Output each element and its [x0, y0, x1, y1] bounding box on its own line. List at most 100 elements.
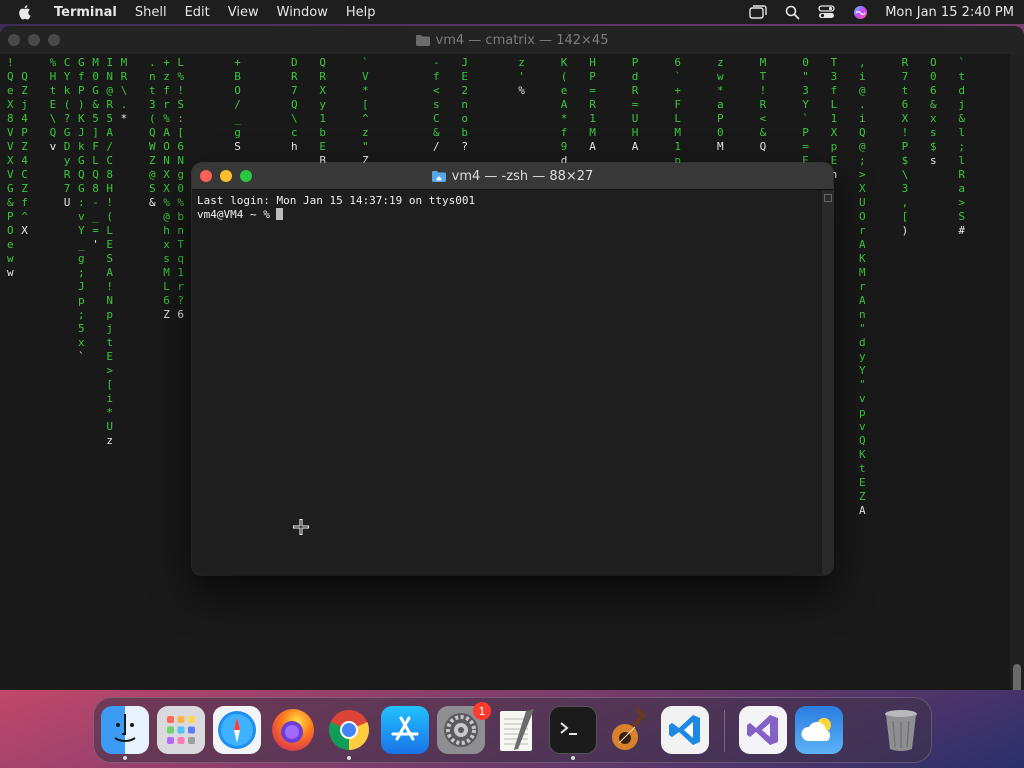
vscode-icon[interactable] [661, 706, 709, 754]
matrix-glyph: A [632, 140, 639, 153]
terminal-icon[interactable] [549, 706, 597, 754]
matrix-glyph: - [92, 196, 99, 209]
matrix-glyph: R [121, 70, 128, 83]
firefox-icon[interactable] [269, 706, 317, 754]
visual-studio-icon[interactable] [739, 706, 787, 754]
terminal-window[interactable]: vm4 — -zsh — 88×27 Last login: Mon Jan 1… [192, 163, 833, 575]
matrix-glyph: ? [461, 140, 468, 153]
matrix-glyph: z [163, 70, 170, 83]
matrix-glyph: f [561, 126, 568, 139]
matrix-glyph: z [106, 434, 113, 447]
matrix-glyph: E [50, 98, 57, 111]
matrix-glyph: E [319, 140, 326, 153]
matrix-glyph: H [106, 182, 113, 195]
matrix-glyph: , [859, 56, 866, 69]
matrix-glyph: v [859, 392, 866, 405]
zoom-button[interactable] [240, 170, 252, 182]
menu-edit[interactable]: Edit [185, 5, 210, 20]
menu-window[interactable]: Window [277, 5, 328, 20]
matrix-glyph: O [7, 224, 14, 237]
matrix-glyph: O [859, 210, 866, 223]
cmatrix-scrollbar[interactable] [1010, 54, 1024, 690]
close-button[interactable] [8, 34, 20, 46]
matrix-glyph: p [831, 140, 838, 153]
matrix-glyph: E [106, 238, 113, 251]
matrix-glyph: \ [121, 84, 128, 97]
matrix-glyph: Q [149, 126, 156, 139]
matrix-glyph: 8 [106, 168, 113, 181]
minimize-button[interactable] [220, 170, 232, 182]
matrix-glyph: [ [362, 98, 369, 111]
matrix-glyph: g [234, 126, 241, 139]
matrix-glyph: S [177, 98, 184, 111]
matrix-glyph: " [859, 378, 866, 391]
zoom-button[interactable] [48, 34, 60, 46]
matrix-glyph: S [106, 252, 113, 265]
matrix-glyph: S [958, 210, 965, 223]
safari-icon[interactable] [213, 706, 261, 754]
menu-shell[interactable]: Shell [135, 5, 167, 20]
apple-menu-icon[interactable] [18, 4, 34, 20]
garageband-icon[interactable] [605, 706, 653, 754]
textedit-icon[interactable] [493, 706, 541, 754]
matrix-glyph: = [92, 224, 99, 237]
launchpad-icon[interactable] [157, 706, 205, 754]
matrix-glyph: z [717, 56, 724, 69]
matrix-glyph: W [149, 140, 156, 153]
matrix-glyph: V [7, 168, 14, 181]
weather-icon[interactable] [795, 706, 843, 754]
terminal-scrollbar[interactable] [821, 191, 833, 575]
matrix-glyph: ! [902, 126, 909, 139]
menu-help[interactable]: Help [346, 5, 376, 20]
matrix-glyph: A [163, 126, 170, 139]
matrix-glyph: 4 [21, 154, 28, 167]
menu-bar: Terminal Shell Edit View Window Help Mon… [0, 0, 1024, 24]
matrix-glyph: 1 [674, 140, 681, 153]
matrix-glyph: ` [362, 56, 369, 69]
matrix-glyph: V [362, 70, 369, 83]
chrome-icon[interactable] [325, 706, 373, 754]
matrix-glyph: U [632, 112, 639, 125]
menubar-clock[interactable]: Mon Jan 15 2:40 PM [885, 5, 1014, 20]
trash-icon[interactable] [877, 706, 925, 754]
window-icon[interactable] [749, 4, 767, 20]
close-button[interactable] [200, 170, 212, 182]
matrix-glyph: Z [149, 154, 156, 167]
matrix-glyph: s [930, 126, 937, 139]
app-store-icon[interactable] [381, 706, 429, 754]
matrix-glyph: P [632, 56, 639, 69]
finder-icon[interactable] [101, 706, 149, 754]
crosshair-cursor-icon [293, 519, 309, 535]
control-center-icon[interactable] [817, 4, 835, 20]
minimize-button[interactable] [28, 34, 40, 46]
matrix-glyph: R [902, 56, 909, 69]
matrix-glyph: 5 [78, 322, 85, 335]
matrix-glyph: ; [78, 266, 85, 279]
matrix-glyph: M [760, 56, 767, 69]
settings-icon[interactable]: 1 [437, 702, 491, 754]
matrix-glyph: Z [859, 490, 866, 503]
matrix-glyph: e [561, 84, 568, 97]
matrix-glyph: z [362, 126, 369, 139]
terminal-titlebar[interactable]: vm4 — -zsh — 88×27 [192, 163, 833, 190]
matrix-glyph: v [50, 140, 57, 153]
matrix-glyph: 6 [674, 56, 681, 69]
matrix-glyph: f [831, 84, 838, 97]
matrix-glyph: % [177, 196, 184, 209]
matrix-glyph: 0 [930, 70, 937, 83]
terminal-output[interactable]: Last login: Mon Jan 15 14:37:19 on ttys0… [192, 191, 822, 575]
matrix-glyph: r [859, 224, 866, 237]
search-icon[interactable] [783, 4, 801, 20]
menu-app-name[interactable]: Terminal [54, 5, 117, 20]
cmatrix-scroll-thumb[interactable] [1013, 664, 1021, 690]
cmatrix-titlebar[interactable]: vm4 — cmatrix — 142×45 [0, 26, 1024, 54]
matrix-glyph: k [64, 84, 71, 97]
matrix-glyph: ? [177, 294, 184, 307]
matrix-glyph: A [589, 140, 596, 153]
matrix-glyph: t [859, 462, 866, 475]
matrix-glyph: P [589, 70, 596, 83]
matrix-glyph: V [7, 140, 14, 153]
siri-icon[interactable] [851, 4, 869, 20]
menu-view[interactable]: View [228, 5, 259, 20]
matrix-glyph: 0 [177, 182, 184, 195]
